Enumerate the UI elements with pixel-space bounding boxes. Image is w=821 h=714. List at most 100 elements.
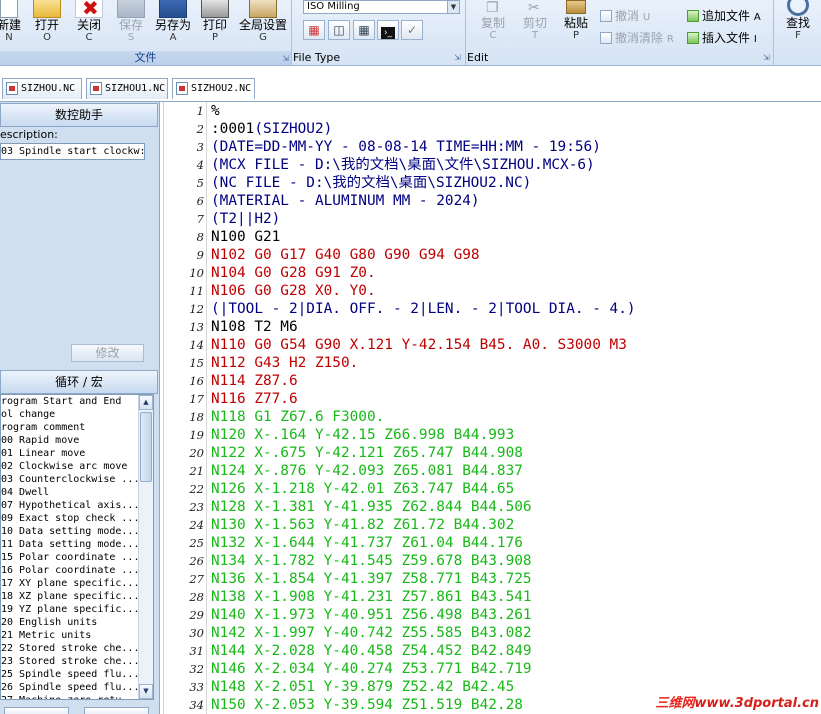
list-item[interactable]: 11 Data setting mode... (1, 538, 139, 551)
code-line[interactable]: 4 (MCX FILE - D:\我的文档\桌面\文件\SIZHOU.MCX-6) (164, 156, 821, 174)
nc-file-icon (6, 82, 18, 95)
list-item[interactable]: 07 Hypothetical axis... (1, 499, 139, 512)
dialog-launcher-icon[interactable]: ⇲ (282, 54, 289, 64)
code-line[interactable]: 30 N142 X-1.997 Y-40.742 Z55.585 B43.082 (164, 624, 821, 642)
cycles-macros-title: 循环 / 宏 (0, 370, 158, 394)
save-as-button[interactable]: 另存为 A (152, 0, 194, 50)
panel-bottom-button-right[interactable] (84, 707, 149, 714)
insert-file-button[interactable]: 插入文件 I (687, 31, 757, 47)
list-item[interactable]: 01 Linear move (1, 447, 139, 460)
list-item[interactable]: 18 XZ plane specific... (1, 590, 139, 603)
code-line[interactable]: 13 N108 T2 M6 (164, 318, 821, 336)
save-button[interactable]: 保存 S (110, 0, 152, 50)
scroll-up-icon[interactable]: ▲ (139, 395, 153, 410)
code-line[interactable]: 2:0001(SIZHOU2) (164, 120, 821, 138)
code-line[interactable]: 28 N138 X-1.908 Y-41.231 Z57.861 B43.541 (164, 588, 821, 606)
code-line[interactable]: 10 N104 G0 G28 G91 Z0. (164, 264, 821, 282)
cut-button[interactable]: 剪切 T (515, 16, 555, 50)
file-type-pointer-button[interactable]: ✓ (401, 20, 423, 40)
code-line[interactable]: 32 N146 X-2.034 Y-40.274 Z53.771 B42.719 (164, 660, 821, 678)
tab-sizhou-nc[interactable]: SIZHOU.NC (2, 78, 82, 99)
file-type-console-button[interactable]: ›_ (377, 20, 399, 40)
list-item[interactable]: 22 Stored stroke che... (1, 642, 139, 655)
code-line[interactable]: 14 N110 G0 G54 G90 X.121 Y-42.154 B45. A0… (164, 336, 821, 354)
scroll-down-icon[interactable]: ▼ (139, 684, 153, 699)
nc-code-editor[interactable]: 1% 2:0001(SIZHOU2) 3 (DATE=DD-MM-YY - 08-08… (163, 102, 821, 714)
list-item[interactable]: rogram Start and End (1, 395, 139, 408)
code-line[interactable]: 11 N106 G0 G28 X0. Y0. (164, 282, 821, 300)
paste-button[interactable]: 粘贴 P (556, 16, 596, 50)
code-text: N148 X-2.051 Y-39.879 Z52.42 B42.45 (211, 679, 515, 695)
list-item[interactable]: 20 English units (1, 616, 139, 629)
file-type-view-button[interactable]: ◫ (328, 20, 350, 40)
list-item[interactable]: 15 Polar coordinate ... (1, 551, 139, 564)
file-type-tree-button[interactable]: ▦ (353, 20, 375, 40)
list-item[interactable]: 21 Metric units (1, 629, 139, 642)
modify-button[interactable]: 修改 (71, 344, 144, 362)
code-line[interactable]: 26 N134 X-1.782 Y-41.545 Z59.678 B43.908 (164, 552, 821, 570)
file-type-color-button[interactable]: ▦ (303, 20, 325, 40)
list-item[interactable]: ol change (1, 408, 139, 421)
list-item[interactable]: 04 Dwell (1, 486, 139, 499)
print-button[interactable]: 打印 P (194, 0, 236, 50)
list-item[interactable]: 25 Spindle speed flu... (1, 668, 139, 681)
cycles-scrollbar[interactable]: ▲ ▼ (138, 395, 153, 699)
file-type-launcher-icon[interactable]: ⇲ (454, 53, 461, 63)
code-line[interactable]: 31 N144 X-2.028 Y-40.458 Z54.452 B42.849 (164, 642, 821, 660)
code-line[interactable]: 6 (MATERIAL - ALUMINUM MM - 2024) (164, 192, 821, 210)
list-item[interactable]: 26 Spindle speed flu... (1, 681, 139, 694)
tab-sizhou2-nc[interactable]: SIZHOU2.NC (172, 78, 255, 99)
cycles-items: rogram Start and End ol change rogram comm… (1, 395, 153, 699)
list-item[interactable]: 02 Clockwise arc move (1, 460, 139, 473)
code-line[interactable]: 3 (DATE=DD-MM-YY - 08-08-14 TIME=HH:MM - … (164, 138, 821, 156)
global-settings-button[interactable]: 全局设置 G (238, 0, 288, 50)
edit-launcher-icon[interactable]: ⇲ (763, 53, 770, 63)
list-item[interactable]: 27 Machine zero retu... (1, 694, 139, 699)
tab-sizhou1-nc[interactable]: SIZHOU1.NC (86, 78, 168, 99)
append-file-button[interactable]: 追加文件 A (687, 9, 761, 25)
code-line[interactable]: 1% (164, 102, 821, 120)
code-line[interactable]: 15 N112 G43 H2 Z150. (164, 354, 821, 372)
list-item[interactable]: 00 Rapid move (1, 434, 139, 447)
undo-clear-button[interactable]: 撤消清除 R (600, 31, 674, 47)
description-field[interactable]: 03 Spindle start clockw: (0, 143, 145, 160)
chevron-down-icon[interactable]: ▼ (447, 1, 459, 13)
code-line[interactable]: 23 N128 X-1.381 Y-41.935 Z62.844 B44.506 (164, 498, 821, 516)
code-line[interactable]: 29 N140 X-1.973 Y-40.951 Z56.498 B43.261 (164, 606, 821, 624)
code-line[interactable]: 25 N132 X-1.644 Y-41.737 Z61.04 B44.176 (164, 534, 821, 552)
line-number: 20 (189, 446, 204, 460)
list-item[interactable]: 23 Stored stroke che... (1, 655, 139, 668)
code-line[interactable]: 7 (T2||H2) (164, 210, 821, 228)
list-item[interactable]: 03 Counterclockwise ... (1, 473, 139, 486)
list-item[interactable]: 17 XY plane specific... (1, 577, 139, 590)
undo-button[interactable]: 撤消 U (600, 9, 650, 25)
code-line[interactable]: 20 N122 X-.675 Y-42.121 Z65.747 B44.908 (164, 444, 821, 462)
file-type-select[interactable]: ISO Milling ▼ (303, 0, 460, 14)
code-line[interactable]: 9 N102 G0 G17 G40 G80 G90 G94 G98 (164, 246, 821, 264)
close-button[interactable]: 关闭 C (68, 0, 110, 50)
code-line[interactable]: 5 (NC FILE - D:\我的文档\桌面\SIZHOU2.NC) (164, 174, 821, 192)
list-item[interactable]: 16 Polar coordinate ... (1, 564, 139, 577)
line-number: 13 (189, 320, 204, 334)
code-line[interactable]: 12 (|TOOL - 2|DIA. OFF. - 2|LEN. - 2|TOOL… (164, 300, 821, 318)
list-item[interactable]: 19 YZ plane specific... (1, 603, 139, 616)
line-number: 32 (189, 662, 204, 676)
list-item[interactable]: 10 Data setting mode... (1, 525, 139, 538)
scroll-thumb[interactable] (140, 412, 152, 482)
panel-bottom-button-left[interactable] (4, 707, 69, 714)
code-line[interactable]: 8 N100 G21 (164, 228, 821, 246)
code-line[interactable]: 19 N120 X-.164 Y-42.15 Z66.998 B44.993 (164, 426, 821, 444)
code-line[interactable]: 17 N116 Z77.6 (164, 390, 821, 408)
list-item[interactable]: rogram comment (1, 421, 139, 434)
code-line[interactable]: 18 N118 G1 Z67.6 F3000. (164, 408, 821, 426)
cycles-list[interactable]: rogram Start and End ol change rogram comm… (0, 394, 154, 700)
open-button[interactable]: 打开 O (26, 0, 68, 50)
find-button[interactable]: 查找 F (778, 16, 818, 50)
code-line[interactable]: 24 N130 X-1.563 Y-41.82 Z61.72 B44.302 (164, 516, 821, 534)
list-item[interactable]: 09 Exact stop check ... (1, 512, 139, 525)
copy-button[interactable]: 复制 C (473, 16, 513, 50)
code-line[interactable]: 27 N136 X-1.854 Y-41.397 Z58.771 B43.725 (164, 570, 821, 588)
code-line[interactable]: 22 N126 X-1.218 Y-42.01 Z63.747 B44.65 (164, 480, 821, 498)
code-line[interactable]: 21 N124 X-.876 Y-42.093 Z65.081 B44.837 (164, 462, 821, 480)
code-line[interactable]: 16 N114 Z87.6 (164, 372, 821, 390)
